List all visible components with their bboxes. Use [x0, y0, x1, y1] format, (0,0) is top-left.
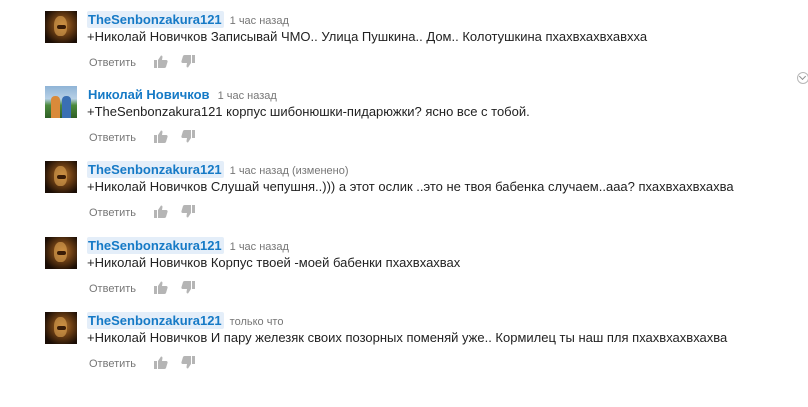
author-link[interactable]: TheSenbonzakura121	[87, 161, 224, 178]
comment-actions: Ответить	[89, 354, 195, 370]
avatar[interactable]	[45, 312, 77, 344]
comment-item: Николай Новичков 1 час назад +TheSenbonza…	[45, 83, 785, 149]
thumbs-up-icon[interactable]	[154, 55, 169, 69]
reply-button[interactable]: Ответить	[89, 207, 136, 219]
reply-button[interactable]: Ответить	[89, 358, 136, 370]
comment-header: TheSenbonzakura121 1 час назад (изменено)	[87, 161, 349, 178]
comment-timestamp: 1 час назад	[217, 90, 277, 102]
comment-actions: Ответить	[89, 128, 195, 144]
comment-header: Николай Новичков 1 час назад	[87, 86, 277, 102]
thumbs-down-icon[interactable]	[181, 356, 195, 369]
avatar[interactable]	[45, 237, 77, 269]
comment-timestamp: 1 час назад (изменено)	[229, 165, 349, 177]
chevron-down-icon[interactable]	[797, 72, 808, 84]
author-link[interactable]: TheSenbonzakura121	[87, 11, 224, 28]
thumbs-down-icon[interactable]	[181, 55, 195, 68]
author-link[interactable]: TheSenbonzakura121	[87, 237, 224, 254]
comment-actions: Ответить	[89, 279, 195, 295]
author-link[interactable]: Николай Новичков	[87, 86, 212, 103]
comment-item: TheSenbonzakura121 1 час назад +Николай Н…	[45, 8, 785, 74]
comment-text: +Николай Новичков Корпус твоей -моей баб…	[87, 255, 461, 270]
avatar[interactable]	[45, 161, 77, 193]
thumbs-down-icon[interactable]	[181, 281, 195, 294]
author-link[interactable]: TheSenbonzakura121	[87, 312, 224, 329]
reply-button[interactable]: Ответить	[89, 283, 136, 295]
avatar[interactable]	[45, 11, 77, 43]
thumbs-up-icon[interactable]	[154, 205, 169, 219]
thumbs-up-icon[interactable]	[154, 281, 169, 295]
comment-timestamp: только что	[229, 316, 284, 328]
comment-timestamp: 1 час назад	[229, 241, 289, 253]
comment-header: TheSenbonzakura121 1 час назад	[87, 11, 289, 28]
avatar[interactable]	[45, 86, 77, 118]
comment-text: +Николай Новичков Слушай чепушня..))) а …	[87, 179, 734, 194]
comment-timestamp: 1 час назад	[229, 15, 289, 27]
comment-item: TheSenbonzakura121 1 час назад (изменено)…	[45, 158, 785, 224]
thumbs-up-icon[interactable]	[154, 356, 169, 370]
comment-actions: Ответить	[89, 53, 195, 69]
comment-actions: Ответить	[89, 203, 195, 219]
comment-item: TheSenbonzakura121 только что +Николай Но…	[45, 309, 785, 375]
comment-text: +TheSenbonzakura121 корпус шибонюшки-пид…	[87, 104, 530, 119]
reply-button[interactable]: Ответить	[89, 57, 136, 69]
comment-header: TheSenbonzakura121 1 час назад	[87, 237, 289, 254]
comment-item: TheSenbonzakura121 1 час назад +Николай Н…	[45, 234, 785, 300]
thumbs-down-icon[interactable]	[181, 205, 195, 218]
reply-button[interactable]: Ответить	[89, 132, 136, 144]
comment-header: TheSenbonzakura121 только что	[87, 312, 284, 329]
thumbs-down-icon[interactable]	[181, 130, 195, 143]
thumbs-up-icon[interactable]	[154, 130, 169, 144]
comment-text: +Николай Новичков И пару железяк своих п…	[87, 330, 728, 345]
comment-text: +Николай Новичков Записывай ЧМО.. Улица …	[87, 29, 648, 44]
